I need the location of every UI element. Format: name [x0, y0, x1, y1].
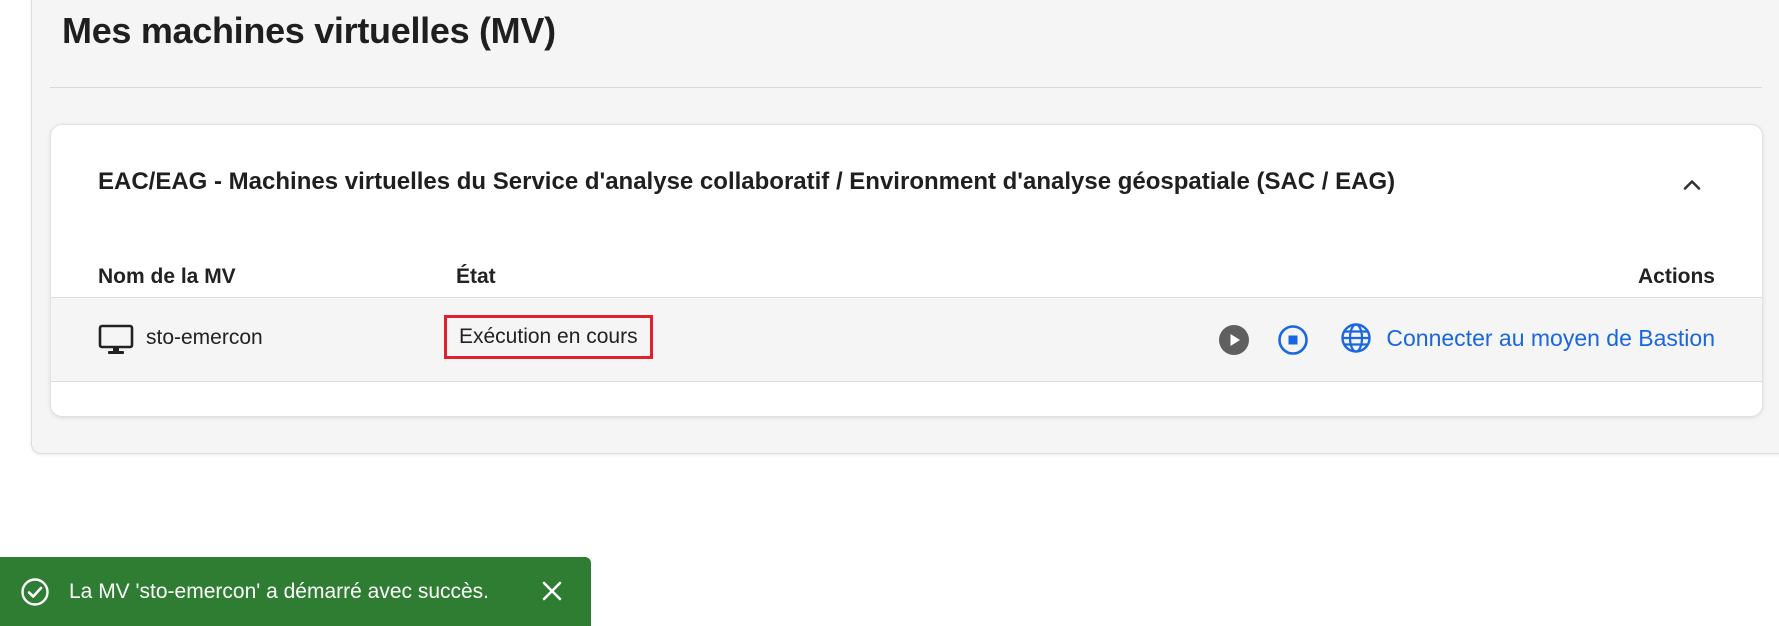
check-circle-icon — [21, 578, 49, 606]
vm-state: Exécution en cours — [444, 315, 653, 359]
monitor-icon — [98, 324, 134, 354]
success-toast: La MV 'sto-emercon' a démarré avec succè… — [0, 557, 591, 626]
globe-icon — [1341, 323, 1372, 353]
vm-group-header[interactable]: EAC/EAG - Machines virtuelles du Service… — [51, 125, 1762, 237]
column-header-actions: Actions — [1637, 265, 1715, 288]
vm-name: sto-emercon — [146, 326, 263, 349]
stop-circle-icon[interactable] — [1277, 324, 1309, 356]
vm-state-label: Exécution en cours — [459, 325, 638, 348]
column-header-state: État — [456, 265, 496, 288]
title-divider — [50, 87, 1762, 88]
connect-bastion-label: Connecter au moyen de Bastion — [1386, 324, 1715, 351]
chevron-up-icon[interactable] — [1678, 171, 1706, 199]
connect-bastion-link[interactable]: Connecter au moyen de Bastion — [1340, 322, 1715, 354]
page-title: Mes machines virtuelles (MV) — [62, 10, 556, 51]
close-icon[interactable] — [540, 579, 564, 603]
vm-group-title: EAC/EAG - Machines virtuelles du Service… — [98, 168, 1396, 195]
table-row: sto-emercon Exécution en cours Connecter… — [51, 298, 1762, 382]
column-header-name: Nom de la MV — [98, 265, 236, 288]
play-circle-icon[interactable] — [1218, 324, 1250, 356]
toast-message: La MV 'sto-emercon' a démarré avec succè… — [69, 580, 490, 603]
vm-group-card: EAC/EAG - Machines virtuelles du Service… — [50, 124, 1763, 417]
